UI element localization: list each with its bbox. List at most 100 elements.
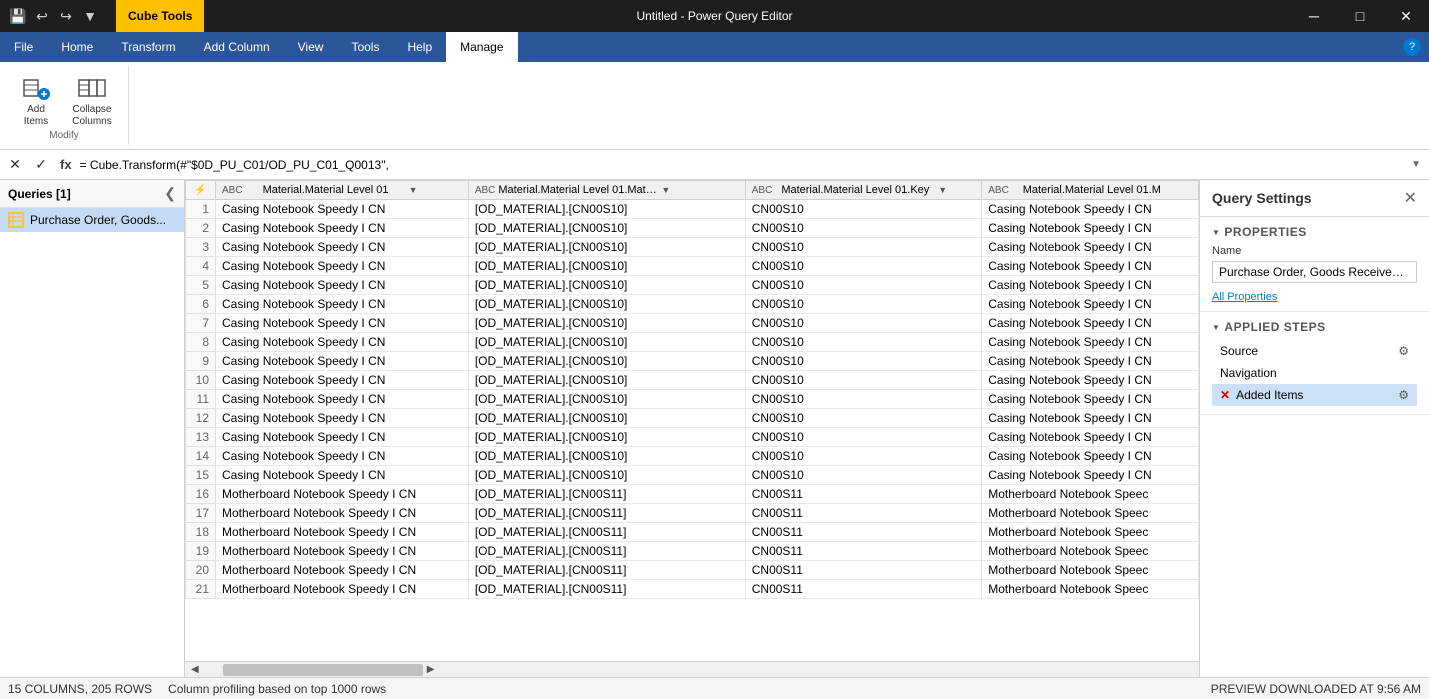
add-items-button[interactable]: AddItems <box>12 70 60 130</box>
cell-rownum: 14 <box>186 447 216 466</box>
scroll-right-arrow[interactable]: ▶ <box>423 664 439 675</box>
cell-row19-col1: Motherboard Notebook Speedy I CN <box>216 542 469 561</box>
cell-row17-col1: Motherboard Notebook Speedy I CN <box>216 504 469 523</box>
cell-row4-col1: Casing Notebook Speedy I CN <box>216 257 469 276</box>
cell-rownum: 2 <box>186 219 216 238</box>
formula-input[interactable] <box>80 158 1404 172</box>
cell-row1-col1: Casing Notebook Speedy I CN <box>216 200 469 219</box>
step-source[interactable]: Source ⚙ <box>1212 340 1417 362</box>
tab-home[interactable]: Home <box>47 32 107 62</box>
cell-rownum: 13 <box>186 428 216 447</box>
cell-row12-col3: CN00S10 <box>745 409 982 428</box>
formula-expand-btn[interactable]: ▼ <box>1407 159 1425 170</box>
close-button[interactable]: ✕ <box>1383 0 1429 32</box>
cell-row8-col3: CN00S10 <box>745 333 982 352</box>
col1-type-icon: ABC <box>222 185 243 196</box>
cell-rownum: 7 <box>186 314 216 333</box>
window-title: Untitled - Power Query Editor <box>636 9 792 23</box>
col1-filter-btn[interactable]: ▼ <box>409 185 418 195</box>
cell-row15-col2: [OD_MATERIAL].[CN00S10] <box>468 466 745 485</box>
tab-file[interactable]: File <box>0 32 47 62</box>
status-columns-rows: 15 COLUMNS, 205 ROWS <box>8 682 152 696</box>
cell-row10-col1: Casing Notebook Speedy I CN <box>216 371 469 390</box>
redo-quick-btn[interactable]: ↪ <box>56 6 76 26</box>
tab-transform[interactable]: Transform <box>107 32 189 62</box>
data-area: ⚡ ABC Material.Material Level 01 ▼ <box>185 180 1199 677</box>
ribbon-help-area: ? <box>1403 32 1429 62</box>
table-row: 14Casing Notebook Speedy I CN[OD_MATERIA… <box>186 447 1199 466</box>
tab-add-column[interactable]: Add Column <box>190 32 284 62</box>
cell-rownum: 10 <box>186 371 216 390</box>
table-row: 11Casing Notebook Speedy I CN[OD_MATERIA… <box>186 390 1199 409</box>
tab-manage[interactable]: Manage <box>446 32 517 62</box>
help-circle-btn[interactable]: ? <box>1403 38 1421 56</box>
col3-label: Material.Material Level 01.Key <box>775 184 935 196</box>
query-table-icon <box>8 212 24 228</box>
queries-panel: Queries [1] ❮ Purchase Order, Goods... <box>0 180 185 677</box>
col2-filter-btn[interactable]: ▼ <box>661 185 670 195</box>
scroll-thumb[interactable] <box>223 664 423 676</box>
queries-panel-title: Queries [1] <box>8 187 71 201</box>
step-source-gear-icon[interactable]: ⚙ <box>1398 344 1409 358</box>
cell-row10-col3: CN00S10 <box>745 371 982 390</box>
queries-panel-collapse-btn[interactable]: ❮ <box>164 185 176 202</box>
name-value-field[interactable]: Purchase Order, Goods Received and Inv <box>1212 261 1417 283</box>
formula-cancel-btn[interactable]: ✕ <box>4 154 26 176</box>
cell-row15-col4: Casing Notebook Speedy I CN <box>982 466 1199 485</box>
tab-help[interactable]: Help <box>393 32 446 62</box>
table-row: 9Casing Notebook Speedy I CN[OD_MATERIAL… <box>186 352 1199 371</box>
cell-row20-col1: Motherboard Notebook Speedy I CN <box>216 561 469 580</box>
cell-rownum: 15 <box>186 466 216 485</box>
status-bar: 15 COLUMNS, 205 ROWS Column profiling ba… <box>0 677 1429 699</box>
quick-access-toolbar: 💾 ↩ ↪ ▼ <box>0 6 108 26</box>
ribbon-tab-bar: File Home Transform Add Column View Tool… <box>0 32 1429 62</box>
maximize-button[interactable]: □ <box>1337 0 1383 32</box>
undo-quick-btn[interactable]: ↩ <box>32 6 52 26</box>
save-quick-btn[interactable]: 💾 <box>8 6 28 26</box>
minimize-button[interactable]: ─ <box>1291 0 1337 32</box>
sidebar-item-purchase-order[interactable]: Purchase Order, Goods... <box>0 208 184 232</box>
cell-row17-col3: CN00S11 <box>745 504 982 523</box>
cell-row8-col2: [OD_MATERIAL].[CN00S10] <box>468 333 745 352</box>
cell-row18-col4: Motherboard Notebook Speec <box>982 523 1199 542</box>
query-settings-close-btn[interactable]: ✕ <box>1404 188 1417 208</box>
qa-dropdown-btn[interactable]: ▼ <box>80 6 100 26</box>
data-grid[interactable]: ⚡ ABC Material.Material Level 01 ▼ <box>185 180 1199 661</box>
tab-tools[interactable]: Tools <box>337 32 393 62</box>
all-properties-link[interactable]: All Properties <box>1212 291 1277 303</box>
horizontal-scrollbar[interactable]: ◀ ▶ <box>185 661 1199 677</box>
ribbon-tab-spacer <box>518 32 1403 62</box>
cell-row11-col4: Casing Notebook Speedy I CN <box>982 390 1199 409</box>
cell-row12-col4: Casing Notebook Speedy I CN <box>982 409 1199 428</box>
col3-filter-btn[interactable]: ▼ <box>938 185 947 195</box>
step-added-items[interactable]: ✕ Added Items ⚙ <box>1212 384 1417 406</box>
cell-row21-col2: [OD_MATERIAL].[CN00S11] <box>468 580 745 599</box>
cell-row21-col3: CN00S11 <box>745 580 982 599</box>
cell-row16-col3: CN00S11 <box>745 485 982 504</box>
cell-row19-col4: Motherboard Notebook Speec <box>982 542 1199 561</box>
applied-steps-list: Source ⚙ Navigation ✕ Added Items ⚙ <box>1212 340 1417 406</box>
queries-panel-header: Queries [1] ❮ <box>0 180 184 208</box>
cell-row18-col2: [OD_MATERIAL].[CN00S11] <box>468 523 745 542</box>
scroll-left-arrow[interactable]: ◀ <box>187 664 203 675</box>
step-added-items-gear-icon[interactable]: ⚙ <box>1398 388 1409 402</box>
column-header-rownum: ⚡ <box>186 181 216 200</box>
step-navigation[interactable]: Navigation <box>1212 362 1417 384</box>
cell-row9-col4: Casing Notebook Speedy I CN <box>982 352 1199 371</box>
query-settings-title: Query Settings <box>1212 190 1312 206</box>
cell-row7-col1: Casing Notebook Speedy I CN <box>216 314 469 333</box>
table-row: 3Casing Notebook Speedy I CN[OD_MATERIAL… <box>186 238 1199 257</box>
status-profiling: Column profiling based on top 1000 rows <box>168 682 386 696</box>
formula-accept-btn[interactable]: ✓ <box>30 154 52 176</box>
cell-row21-col1: Motherboard Notebook Speedy I CN <box>216 580 469 599</box>
step-source-label: Source <box>1220 344 1394 358</box>
cell-row9-col3: CN00S10 <box>745 352 982 371</box>
formula-fx-label: fx <box>56 157 76 172</box>
title-bar: 💾 ↩ ↪ ▼ Cube Tools Untitled - Power Quer… <box>0 0 1429 32</box>
tab-view[interactable]: View <box>284 32 338 62</box>
cell-row2-col1: Casing Notebook Speedy I CN <box>216 219 469 238</box>
collapse-columns-icon <box>76 72 108 104</box>
col4-type-icon: ABC <box>988 185 1009 196</box>
cell-row13-col2: [OD_MATERIAL].[CN00S10] <box>468 428 745 447</box>
collapse-columns-button[interactable]: CollapseColumns <box>68 70 116 130</box>
